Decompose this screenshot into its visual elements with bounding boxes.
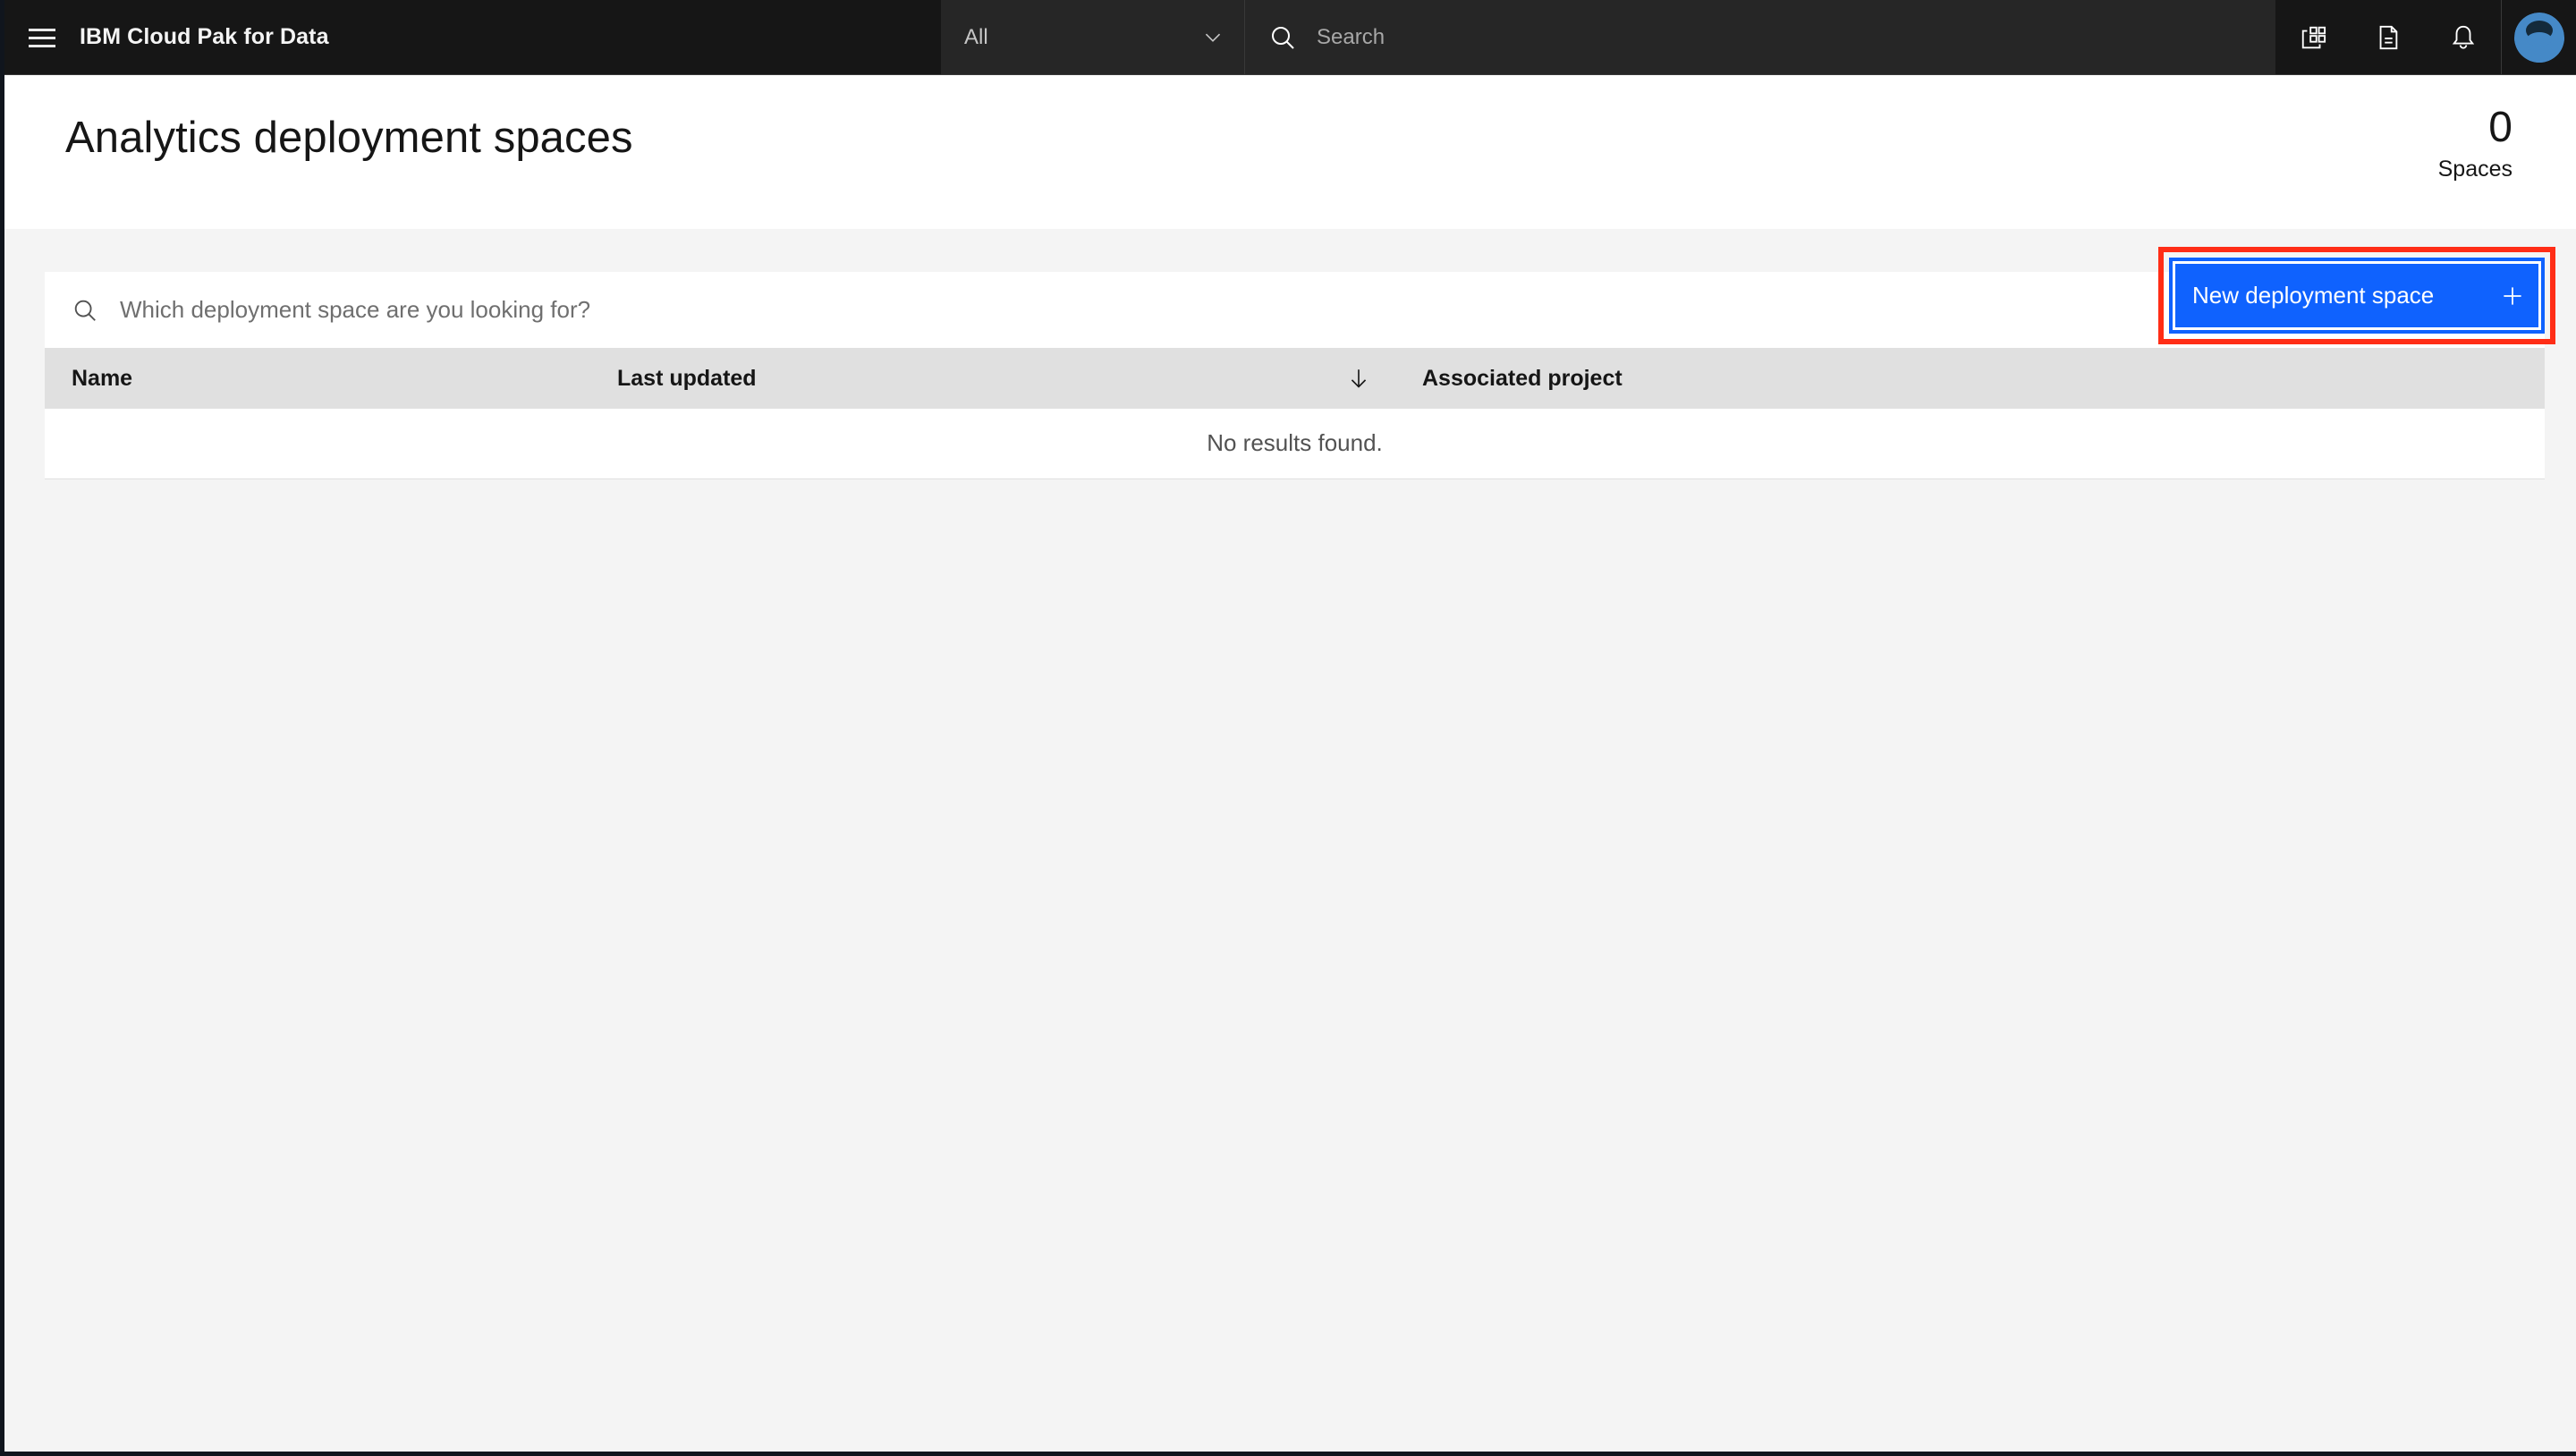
spaces-count-value: 0 [2488, 104, 2512, 151]
global-search-placeholder: Search [1317, 24, 1385, 49]
page-title: Analytics deployment spaces [65, 114, 633, 162]
global-search[interactable]: Search [1245, 0, 2275, 74]
table-head: Name Last updated Associated project [45, 348, 2545, 409]
avatar[interactable] [2501, 0, 2576, 74]
plus-icon [2504, 286, 2521, 305]
app-switcher-icon[interactable] [2275, 0, 2351, 74]
page-header: Analytics deployment spaces 0 Spaces [4, 75, 2576, 229]
new-deployment-space-label: New deployment space [2192, 282, 2435, 309]
page-body: New deployment space Name [4, 229, 2576, 1452]
new-deployment-space-button[interactable]: New deployment space [2169, 258, 2545, 334]
table-toolbar: New deployment space [45, 247, 2555, 348]
column-header-associated-project-label: Associated project [1422, 365, 1623, 391]
browser-window: IBM Cloud Pak for Data All Search Analyt… [0, 0, 2576, 1456]
table-empty-cell: No results found. [45, 409, 2545, 479]
search-icon [74, 300, 96, 321]
table-header-row: Name Last updated Associated project [45, 348, 2545, 409]
hamburger-menu-icon[interactable] [4, 0, 80, 75]
arrow-down-icon [1351, 369, 1367, 388]
chevron-down-icon [1205, 33, 1221, 42]
spaces-count-block: 0 Spaces [2438, 104, 2515, 183]
spaces-table: Name Last updated Associated project No … [45, 348, 2545, 479]
search-icon [1272, 26, 1294, 49]
spaces-card: New deployment space Name [45, 247, 2555, 479]
brand-title[interactable]: IBM Cloud Pak for Data [80, 0, 347, 74]
global-header: IBM Cloud Pak for Data All Search [4, 0, 2576, 75]
column-header-name[interactable]: Name [45, 348, 590, 409]
header-actions [2275, 0, 2576, 74]
user-avatar-icon [2513, 12, 2564, 63]
table-empty-row: No results found. [45, 409, 2545, 479]
spaces-count-label: Spaces [2437, 157, 2512, 182]
column-header-last-updated-label: Last updated [617, 365, 757, 391]
document-icon[interactable] [2351, 0, 2426, 74]
table-body: No results found. [45, 409, 2545, 479]
header-spacer [347, 0, 941, 74]
hamburger-bars [29, 23, 55, 53]
column-header-name-label: Name [72, 365, 133, 391]
column-header-last-updated[interactable]: Last updated [590, 348, 1395, 409]
search-scope-dropdown[interactable]: All [941, 0, 1245, 74]
column-header-associated-project[interactable]: Associated project [1395, 348, 2545, 409]
no-results-message: No results found. [1207, 429, 1383, 457]
notification-bell-icon[interactable] [2426, 0, 2501, 74]
new-deployment-space-highlight: New deployment space [2158, 247, 2555, 344]
search-scope-value: All [964, 24, 988, 49]
